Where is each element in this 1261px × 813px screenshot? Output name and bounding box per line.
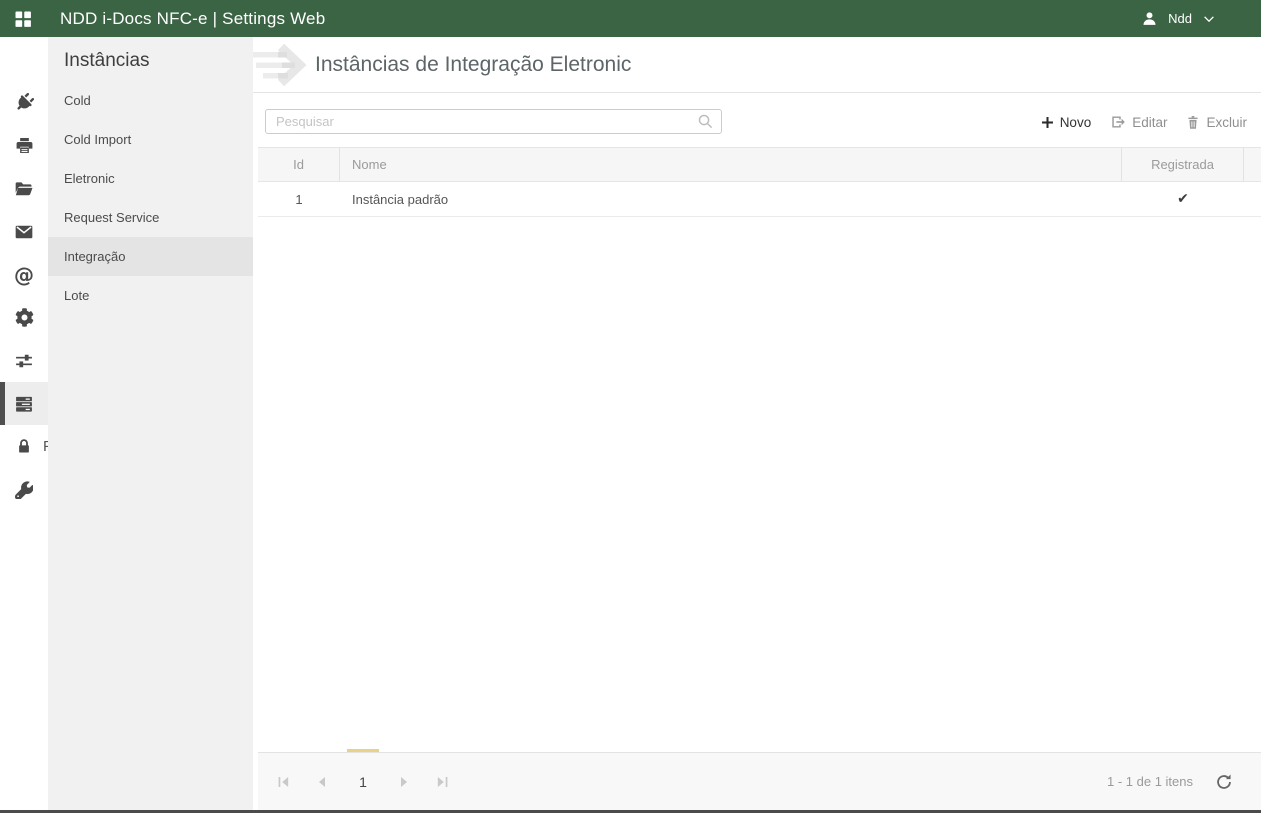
search-icon <box>697 113 714 130</box>
rail-clipped-label: F <box>43 438 48 455</box>
new-button-label: Novo <box>1060 115 1092 130</box>
rail-item-at[interactable]: @ <box>0 253 48 296</box>
grid-toolbar: Novo Editar <box>253 93 1261 147</box>
icon-rail: @ <box>0 37 48 813</box>
server-stack-icon <box>14 394 34 414</box>
table-row[interactable]: 1 Instância padrão ✔ <box>258 182 1261 217</box>
sidebar: Instâncias Cold Cold Import Eletronic Re… <box>48 37 253 813</box>
trash-icon <box>1186 115 1200 130</box>
sidebar-item-integracao[interactable]: Integração <box>48 237 253 276</box>
current-page-button[interactable]: 1 <box>347 769 379 795</box>
cell-id: 1 <box>258 182 340 216</box>
sidebar-item-label: Integração <box>64 249 125 264</box>
sidebar-item-label: Cold <box>64 93 91 108</box>
prev-page-icon <box>314 774 330 790</box>
top-bar: NDD i-Docs NFC-e | Settings Web Ndd <box>0 0 1261 37</box>
pager-summary: 1 - 1 de 1 itens <box>1107 774 1193 789</box>
cell-filler <box>1244 182 1261 216</box>
cell-nome: Instância padrão <box>340 182 1122 216</box>
delete-button[interactable]: Excluir <box>1186 115 1247 130</box>
plug-icon <box>15 93 34 112</box>
user-icon <box>1141 10 1158 27</box>
sidebar-item-cold[interactable]: Cold <box>48 81 253 120</box>
rail-item-printer[interactable] <box>0 124 48 167</box>
edit-button[interactable]: Editar <box>1110 114 1167 130</box>
rail-item-settings[interactable] <box>0 296 48 339</box>
sidebar-item-label: Request Service <box>64 210 159 225</box>
folder-open-icon <box>14 179 34 199</box>
main-content: Instâncias de Integração Eletronic Novo <box>253 37 1261 813</box>
wrench-icon <box>15 481 33 499</box>
rail-item-folder[interactable] <box>0 167 48 210</box>
sidebar-title: Instâncias <box>48 37 253 72</box>
sidebar-item-request-service[interactable]: Request Service <box>48 198 253 237</box>
cell-registrada: ✔ <box>1122 182 1244 216</box>
printer-icon <box>15 136 34 155</box>
lock-icon <box>15 437 33 456</box>
last-page-icon <box>434 774 450 790</box>
column-header-nome[interactable]: Nome <box>340 148 1122 181</box>
last-page-button[interactable] <box>429 769 455 795</box>
edit-button-label: Editar <box>1132 115 1167 130</box>
first-page-button[interactable] <box>271 769 297 795</box>
pager: 1 1 - 1 de 1 itens <box>258 752 1261 810</box>
edit-export-icon <box>1110 114 1126 130</box>
data-grid: Id Nome Registrada 1 Instância padrão ✔ <box>258 147 1261 217</box>
search-input[interactable] <box>265 109 722 134</box>
sidebar-item-label: Cold Import <box>64 132 131 147</box>
refresh-icon <box>1215 773 1233 791</box>
at-sign-icon: @ <box>14 265 34 285</box>
rail-item-security[interactable]: F <box>0 425 48 468</box>
rail-item-instances[interactable] <box>0 382 48 425</box>
page-title: Instâncias de Integração Eletronic <box>315 53 631 77</box>
prev-page-button[interactable] <box>309 769 335 795</box>
page-header: Instâncias de Integração Eletronic <box>253 37 1261 93</box>
rail-item-plug[interactable] <box>0 81 48 124</box>
next-page-icon <box>396 774 412 790</box>
column-header-registrada[interactable]: Registrada <box>1122 148 1244 181</box>
rail-item-preferences[interactable] <box>0 339 48 382</box>
column-header-filler <box>1244 148 1261 181</box>
sidebar-item-lote[interactable]: Lote <box>48 276 253 315</box>
rail-item-tools[interactable] <box>0 468 48 511</box>
sidebar-item-eletronic[interactable]: Eletronic <box>48 159 253 198</box>
chevron-down-icon <box>1202 12 1216 26</box>
sidebar-item-cold-import[interactable]: Cold Import <box>48 120 253 159</box>
integration-arrow-icon <box>253 42 311 88</box>
new-button[interactable]: Novo <box>1041 115 1092 130</box>
sidebar-item-label: Lote <box>64 288 89 303</box>
grid-header-row: Id Nome Registrada <box>258 147 1261 182</box>
app-title: NDD i-Docs NFC-e | Settings Web <box>60 9 325 29</box>
gear-icon <box>15 308 34 327</box>
delete-button-label: Excluir <box>1206 115 1247 130</box>
first-page-icon <box>276 774 292 790</box>
next-page-button[interactable] <box>391 769 417 795</box>
sliders-icon <box>14 351 34 371</box>
user-menu[interactable]: Ndd <box>1141 10 1216 27</box>
app-grid-icon[interactable] <box>13 9 33 29</box>
refresh-button[interactable] <box>1215 773 1233 791</box>
user-name: Ndd <box>1168 11 1192 26</box>
sidebar-item-label: Eletronic <box>64 171 115 186</box>
rail-item-mail[interactable] <box>0 210 48 253</box>
column-header-id[interactable]: Id <box>258 148 340 181</box>
envelope-icon <box>14 222 34 242</box>
check-icon: ✔ <box>1177 191 1189 207</box>
app-window: NDD i-Docs NFC-e | Settings Web Ndd <box>0 0 1261 813</box>
plus-icon <box>1041 116 1054 129</box>
